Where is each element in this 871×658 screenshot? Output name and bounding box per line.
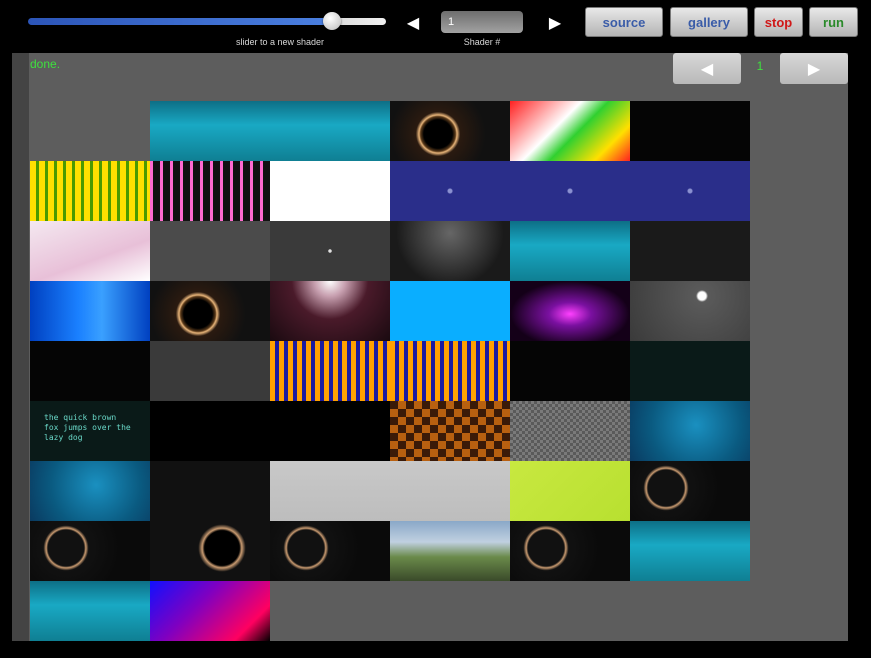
shader-thumbnail[interactable] <box>630 401 750 461</box>
shader-thumbnail[interactable] <box>30 281 150 341</box>
slider-caption: slider to a new shader <box>235 37 325 47</box>
shader-thumbnail[interactable] <box>150 281 270 341</box>
shader-thumbnail[interactable] <box>270 221 390 281</box>
thumbnail-text: the quick brown fox jumps over the lazy … <box>44 413 131 442</box>
triangle-right-icon: ▶ <box>807 60 821 78</box>
shader-number-caption: Shader # <box>463 37 501 47</box>
shader-thumbnail[interactable] <box>630 461 750 521</box>
shader-thumbnail[interactable] <box>390 401 510 461</box>
shader-thumbnail[interactable] <box>150 581 270 641</box>
source-button[interactable]: source <box>585 7 663 37</box>
shader-thumbnail[interactable] <box>510 161 630 221</box>
shader-thumbnail[interactable] <box>30 461 150 521</box>
gallery-button[interactable]: gallery <box>670 7 748 37</box>
shader-thumbnail[interactable] <box>30 581 150 641</box>
shader-number-input[interactable] <box>441 11 523 33</box>
shader-thumbnail[interactable] <box>270 401 390 461</box>
shader-thumbnail[interactable] <box>510 341 630 401</box>
shader-thumbnail[interactable] <box>510 221 630 281</box>
shader-thumbnail[interactable] <box>390 221 510 281</box>
shader-thumbnail[interactable] <box>390 101 510 161</box>
shader-thumbnail[interactable] <box>270 101 390 161</box>
prev-shader-button[interactable]: ◀ <box>403 13 423 33</box>
shader-thumbnail[interactable] <box>270 461 390 521</box>
shader-thumbnail[interactable] <box>630 101 750 161</box>
triangle-right-icon: ▶ <box>548 15 562 32</box>
shader-thumbnail[interactable] <box>510 521 630 581</box>
shader-thumbnail[interactable] <box>30 221 150 281</box>
shader-thumbnail[interactable] <box>150 341 270 401</box>
shader-thumbnail[interactable] <box>630 521 750 581</box>
run-button[interactable]: run <box>809 7 858 37</box>
triangle-left-icon: ◀ <box>406 15 420 32</box>
shader-thumbnail[interactable] <box>270 521 390 581</box>
shader-thumbnail[interactable] <box>270 281 390 341</box>
shader-thumbnail[interactable] <box>390 161 510 221</box>
prev-page-button[interactable]: ◀ <box>673 53 741 84</box>
bottom-bar <box>0 641 871 658</box>
slider-thumb[interactable] <box>323 12 341 30</box>
shader-thumbnail[interactable] <box>150 461 270 521</box>
shader-thumbnail[interactable] <box>510 281 630 341</box>
shader-thumbnail[interactable] <box>30 341 150 401</box>
next-shader-button[interactable]: ▶ <box>545 13 565 33</box>
shader-thumbnail[interactable] <box>390 281 510 341</box>
shader-thumbnail[interactable] <box>630 281 750 341</box>
shader-thumbnail[interactable] <box>270 341 390 401</box>
triangle-left-icon: ◀ <box>700 60 714 78</box>
shader-thumbnail[interactable] <box>150 221 270 281</box>
shader-thumbnail[interactable] <box>510 101 630 161</box>
shader-thumbnail[interactable] <box>390 521 510 581</box>
shader-thumbnail[interactable] <box>30 161 150 221</box>
shader-thumbnail[interactable] <box>510 461 630 521</box>
shader-thumbnail[interactable] <box>510 401 630 461</box>
shader-thumbnail[interactable] <box>150 521 270 581</box>
shader-thumbnail[interactable] <box>150 161 270 221</box>
shader-thumbnail[interactable] <box>390 461 510 521</box>
shader-thumbnail[interactable]: the quick brown fox jumps over the lazy … <box>30 401 150 461</box>
shader-thumbnail[interactable] <box>150 101 270 161</box>
shader-thumbnail[interactable] <box>30 521 150 581</box>
page-number: 1 <box>756 59 764 73</box>
stop-button[interactable]: stop <box>754 7 803 37</box>
shader-thumbnail[interactable] <box>630 341 750 401</box>
shader-thumbnail[interactable] <box>270 161 390 221</box>
status-text: done. <box>30 57 61 71</box>
shader-thumbnail[interactable] <box>630 161 750 221</box>
panel-edge <box>12 53 29 641</box>
shader-thumbnail[interactable] <box>390 341 510 401</box>
next-page-button[interactable]: ▶ <box>780 53 848 84</box>
shader-thumbnail[interactable] <box>150 401 270 461</box>
shader-thumbnail[interactable] <box>630 221 750 281</box>
